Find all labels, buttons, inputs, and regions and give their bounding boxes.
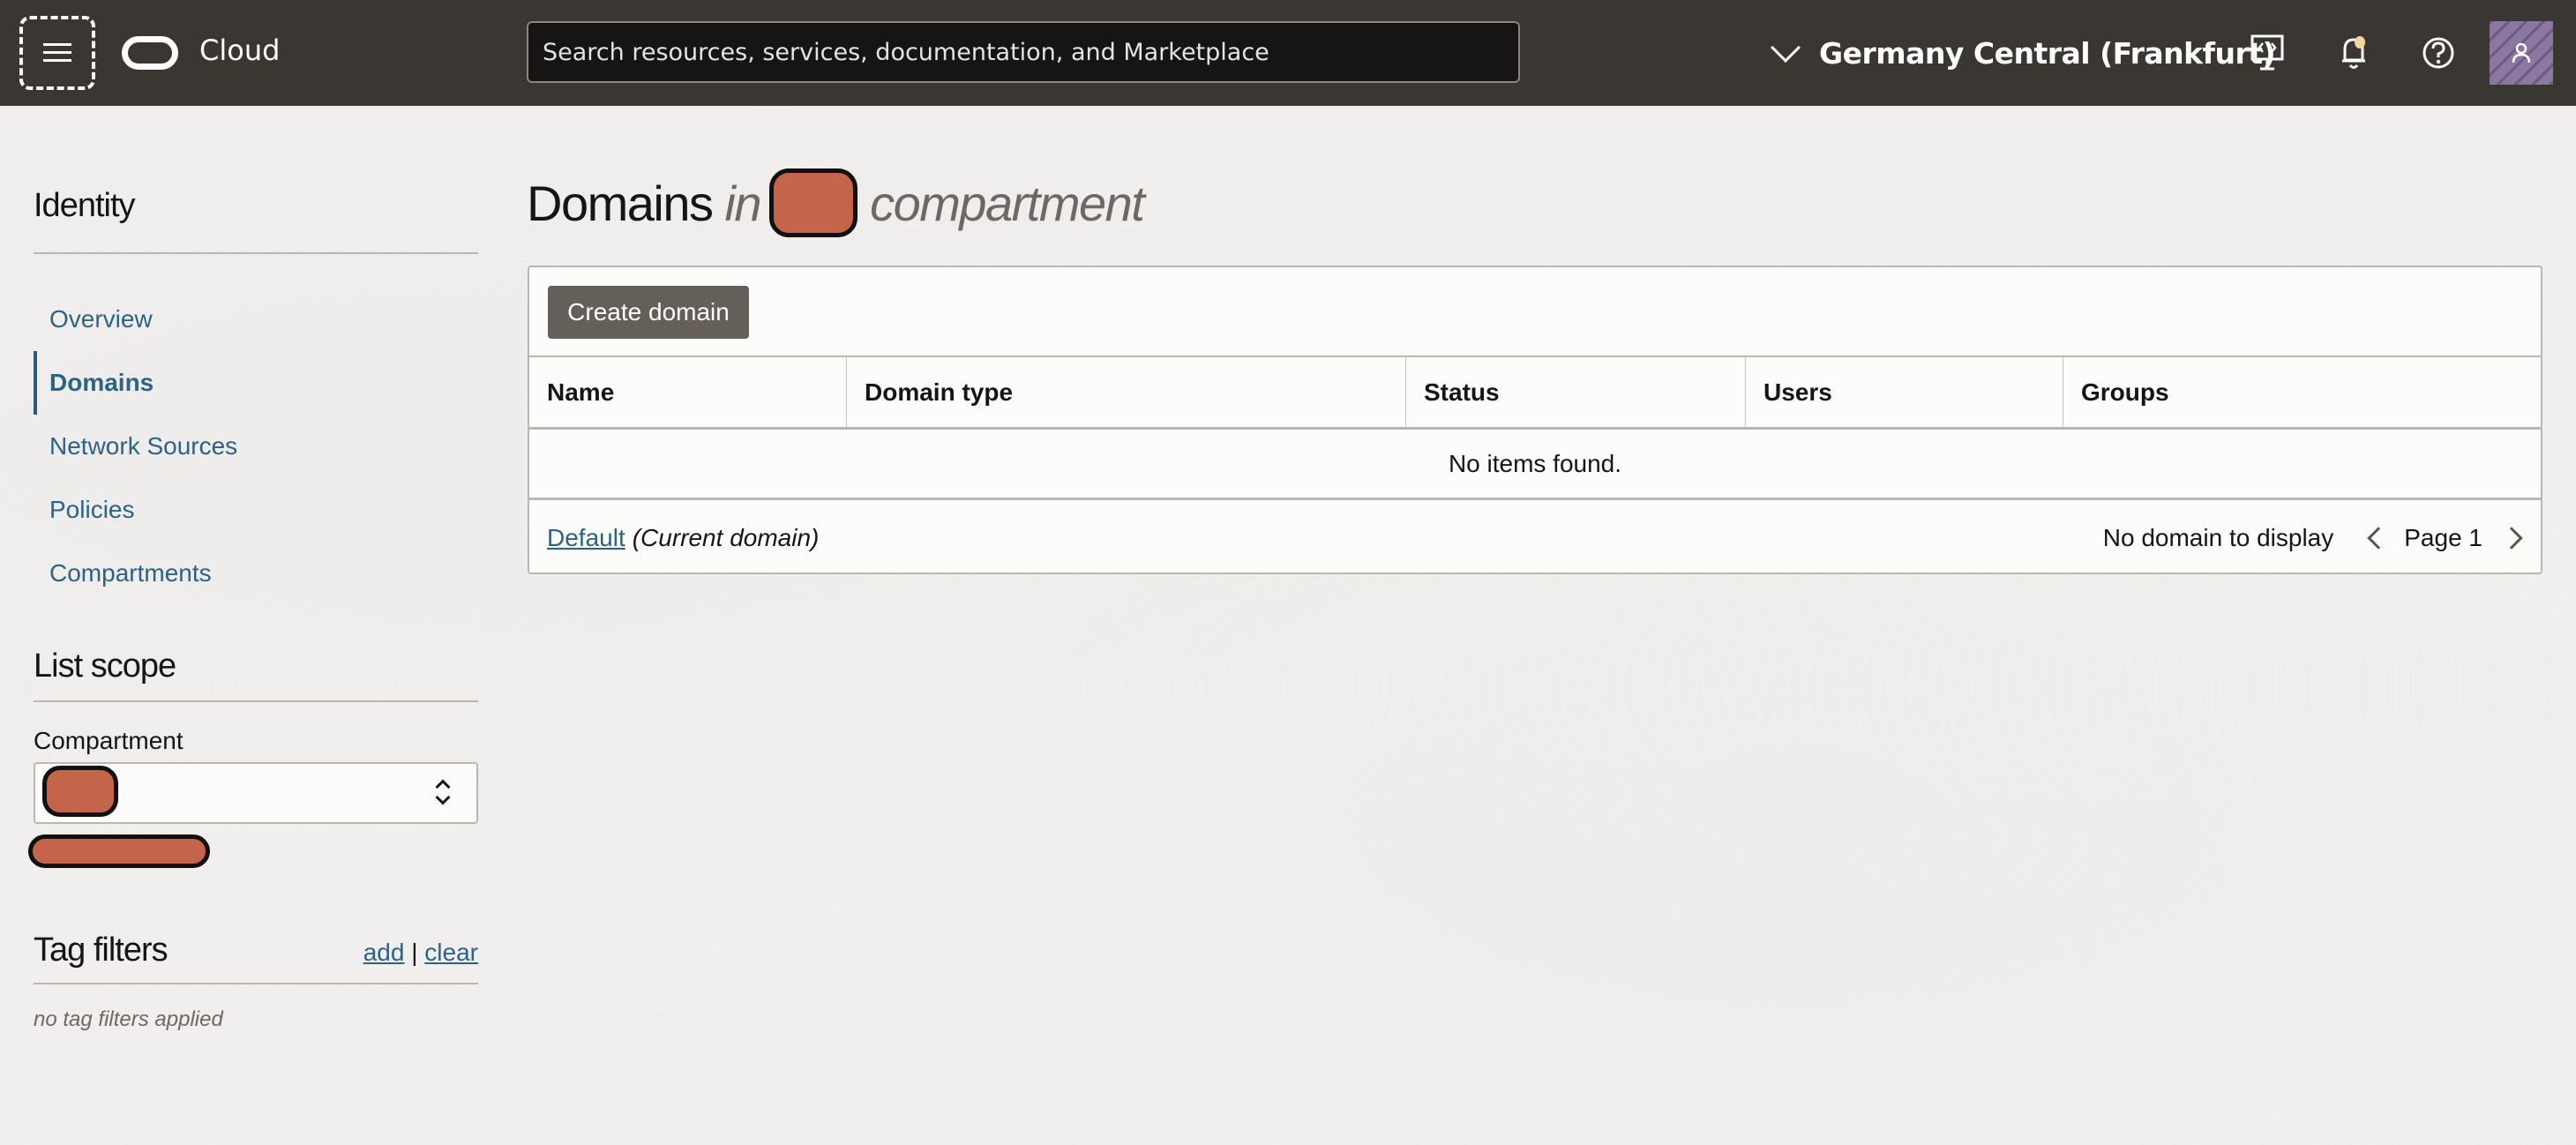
next-page-icon[interactable] [2500,527,2523,550]
developer-tools-icon [2250,34,2284,71]
help-button[interactable] [2419,34,2458,72]
domains-table-panel: Create domain Name Domain type Status Us… [528,266,2542,574]
list-scope-title: List scope [34,647,176,685]
oracle-logo-icon[interactable] [122,36,178,70]
notifications-button[interactable] [2334,34,2373,72]
tag-filters-empty-text: no tag filters applied [34,1007,223,1031]
divider [34,252,478,254]
table-footer: Default (Current domain) No domain to di… [529,503,2541,573]
notifications-bell-icon [2342,36,2365,69]
column-header-status[interactable]: Status [1406,357,1746,427]
sidebar-item-compartments[interactable]: Compartments [34,542,478,605]
compartment-name-redacted [769,168,858,237]
compartment-label: Compartment [34,727,183,754]
compartment-path-redacted [28,834,210,868]
menu-icon [43,43,71,63]
navigation-menu-button[interactable] [19,16,95,90]
page-title-main: Domains [527,175,714,231]
region-selector[interactable]: Germany Central (Frankfurt) [1771,30,2276,76]
default-domain-link[interactable]: Default [547,524,625,552]
previous-page-icon[interactable] [2367,527,2390,550]
select-updown-icon [434,779,453,808]
top-header: Cloud Germany Central (Frankfurt) [0,0,2576,106]
user-avatar-icon [2512,42,2531,64]
table-empty-message: No items found. [529,430,2541,500]
brand-name[interactable]: Cloud [199,34,280,67]
tag-filter-actions: add | clear [363,939,478,967]
region-label: Germany Central (Frankfurt) [1819,35,2276,71]
search-input[interactable] [543,38,1504,66]
column-header-domain-type[interactable]: Domain type [847,357,1406,427]
page-title-in: in [724,175,761,231]
column-header-name[interactable]: Name [529,357,847,427]
separator: | [411,939,418,966]
current-domain-note: (Current domain) [632,524,820,551]
global-search[interactable] [527,21,1520,83]
pagination-status: No domain to display [2102,524,2334,551]
compartment-value-redacted [42,766,118,817]
sidebar-item-overview[interactable]: Overview [34,288,478,351]
clear-tag-filters-link[interactable]: clear [424,939,478,966]
sidebar-item-domains[interactable]: Domains [34,351,478,415]
divider [34,700,478,702]
developer-tools-button[interactable] [2248,34,2287,72]
divider [34,983,478,984]
column-header-users[interactable]: Users [1746,357,2063,427]
help-icon [2422,37,2454,69]
table-header: Name Domain type Status Users Groups [529,355,2541,430]
create-domain-button[interactable]: Create domain [548,286,749,339]
add-tag-filter-link[interactable]: add [363,939,405,966]
tag-filters-title: Tag filters [34,932,168,969]
page-title: Domains in compartment [527,166,1145,240]
sidebar-nav: Overview Domains Network Sources Policie… [34,288,478,605]
sidebar-item-network-sources[interactable]: Network Sources [34,415,478,478]
user-profile-button[interactable] [2490,21,2553,85]
compartment-select[interactable] [34,762,478,824]
sidebar-title: Identity [34,187,136,224]
chevron-down-icon [1771,33,1801,63]
pagination: No domain to display Page 1 [2103,524,2523,552]
page-title-suffix: compartment [870,175,1145,231]
page-number: Page 1 [2404,524,2482,551]
sidebar-item-policies[interactable]: Policies [34,478,478,542]
column-header-groups[interactable]: Groups [2063,357,2541,427]
